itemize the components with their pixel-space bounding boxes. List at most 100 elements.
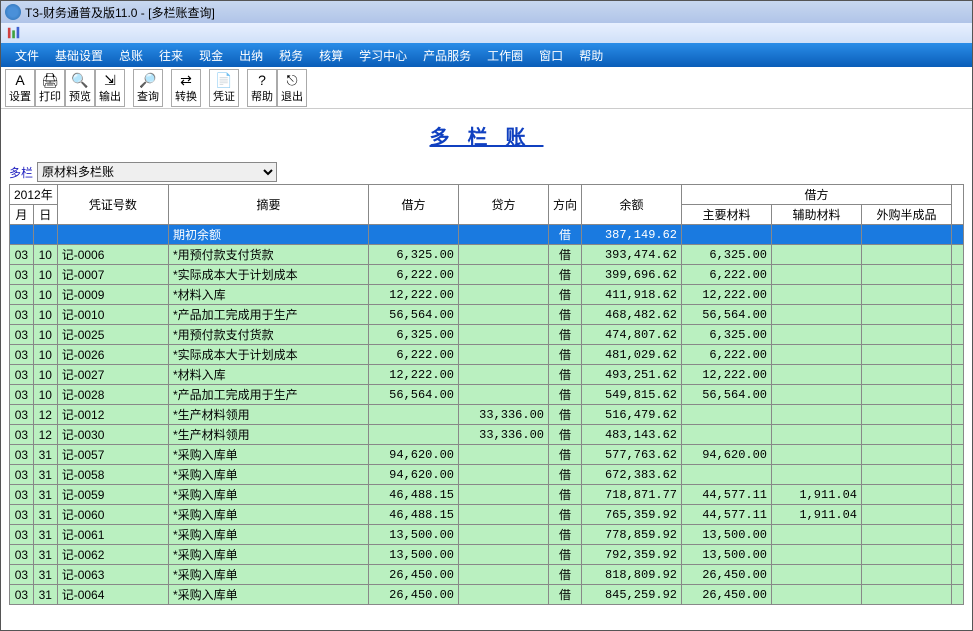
cell: 03 — [10, 445, 34, 465]
menu-总账[interactable]: 总账 — [113, 45, 149, 66]
tool-转换[interactable]: ⇄转换 — [171, 69, 201, 107]
cell: 借 — [548, 345, 581, 365]
filter-label: 多栏 — [9, 164, 33, 181]
cell: *产品加工完成用于生产 — [168, 305, 368, 325]
table-row[interactable]: 0312记-0030*生产材料领用33,336.00借483,143.62 — [10, 425, 964, 445]
cell: *采购入库单 — [168, 445, 368, 465]
cell — [772, 405, 862, 425]
cell: 记-0006 — [57, 245, 168, 265]
cell — [458, 585, 548, 605]
table-row[interactable]: 0310记-0028*产品加工完成用于生产56,564.00借549,815.6… — [10, 385, 964, 405]
cell — [952, 225, 964, 245]
cell: 03 — [10, 525, 34, 545]
tool-设置[interactable]: A设置 — [5, 69, 35, 107]
cell: 借 — [548, 225, 581, 245]
col-semi: 外购半成品 — [862, 205, 952, 225]
cell — [33, 225, 57, 245]
tool-帮助[interactable]: ?帮助 — [247, 69, 277, 107]
table-row[interactable]: 0331记-0062*采购入库单13,500.00借792,359.9213,5… — [10, 545, 964, 565]
cell — [862, 325, 952, 345]
cell — [952, 265, 964, 285]
table-row[interactable]: 0310记-0006*用预付款支付货款6,325.00借393,474.626,… — [10, 245, 964, 265]
cell: 33,336.00 — [458, 405, 548, 425]
table-row[interactable]: 0331记-0058*采购入库单94,620.00借672,383.62 — [10, 465, 964, 485]
cell: 10 — [33, 385, 57, 405]
menu-核算[interactable]: 核算 — [313, 45, 349, 66]
menu-帮助[interactable]: 帮助 — [573, 45, 609, 66]
cell — [458, 285, 548, 305]
cell — [862, 365, 952, 385]
tool-打印[interactable]: 🖨打印 — [35, 69, 65, 107]
cell: 672,383.62 — [582, 465, 682, 485]
table-row[interactable]: 0331记-0063*采购入库单26,450.00借818,809.9226,4… — [10, 565, 964, 585]
menu-工作圈[interactable]: 工作圈 — [481, 45, 529, 66]
ledger-select[interactable]: 原材料多栏账 — [37, 162, 277, 182]
cell: 记-0026 — [57, 345, 168, 365]
cell: 记-0012 — [57, 405, 168, 425]
cell — [772, 245, 862, 265]
cell: 借 — [548, 385, 581, 405]
table-row[interactable]: 0310记-0027*材料入库12,222.00借493,251.6212,22… — [10, 365, 964, 385]
cell — [862, 445, 952, 465]
cell — [952, 285, 964, 305]
cell — [862, 245, 952, 265]
tool-凭证[interactable]: 📄凭证 — [209, 69, 239, 107]
cell — [862, 405, 952, 425]
cell: 94,620.00 — [368, 445, 458, 465]
menu-学习中心[interactable]: 学习中心 — [353, 45, 413, 66]
tool-退出[interactable]: ⎋退出 — [277, 69, 307, 107]
tool-label: 设置 — [9, 88, 31, 104]
cell — [772, 525, 862, 545]
cell: 记-0058 — [57, 465, 168, 485]
menu-产品服务[interactable]: 产品服务 — [417, 45, 477, 66]
tool-预览[interactable]: 🔍预览 — [65, 69, 95, 107]
cell: 10 — [33, 265, 57, 285]
table-row[interactable]: 0310记-0010*产品加工完成用于生产56,564.00借468,482.6… — [10, 305, 964, 325]
cell: 03 — [10, 505, 34, 525]
table-row[interactable]: 0331记-0061*采购入库单13,500.00借778,859.9213,5… — [10, 525, 964, 545]
cell — [458, 525, 548, 545]
menu-出纳[interactable]: 出纳 — [233, 45, 269, 66]
cell: 481,029.62 — [582, 345, 682, 365]
cell: 845,259.92 — [582, 585, 682, 605]
cell — [458, 345, 548, 365]
cell: 56,564.00 — [682, 385, 772, 405]
menu-税务[interactable]: 税务 — [273, 45, 309, 66]
cell — [862, 225, 952, 245]
cell: *采购入库单 — [168, 465, 368, 485]
cell — [952, 345, 964, 365]
tool-label: 打印 — [39, 88, 61, 104]
cell: *采购入库单 — [168, 585, 368, 605]
table-row[interactable]: 0331记-0060*采购入库单46,488.15借765,359.9244,5… — [10, 505, 964, 525]
menu-往来[interactable]: 往来 — [153, 45, 189, 66]
cell: 03 — [10, 245, 34, 265]
table-row[interactable]: 0331记-0059*采购入库单46,488.15借718,871.7744,5… — [10, 485, 964, 505]
menu-文件[interactable]: 文件 — [9, 45, 45, 66]
cell: 记-0007 — [57, 265, 168, 285]
table-row[interactable]: 0310记-0026*实际成本大于计划成本6,222.00借481,029.62… — [10, 345, 964, 365]
tool-查询[interactable]: 🔎查询 — [133, 69, 163, 107]
menu-现金[interactable]: 现金 — [193, 45, 229, 66]
page-title: 多栏账 — [9, 113, 964, 162]
menu-窗口[interactable]: 窗口 — [533, 45, 569, 66]
tool-icon: ⇄ — [180, 72, 192, 88]
tool-输出[interactable]: ⇲输出 — [95, 69, 125, 107]
table-row[interactable]: 0331记-0064*采购入库单26,450.00借845,259.9226,4… — [10, 585, 964, 605]
cell — [772, 285, 862, 305]
logo-bar — [1, 23, 972, 43]
table-row[interactable]: 0312记-0012*生产材料领用33,336.00借516,479.62 — [10, 405, 964, 425]
cell: 12,222.00 — [368, 285, 458, 305]
table-row[interactable]: 0310记-0007*实际成本大于计划成本6,222.00借399,696.62… — [10, 265, 964, 285]
cell — [952, 385, 964, 405]
table-row[interactable]: 0310记-0025*用预付款支付货款6,325.00借474,807.626,… — [10, 325, 964, 345]
table-row[interactable]: 0310记-0009*材料入库12,222.00借411,918.6212,22… — [10, 285, 964, 305]
tool-label: 查询 — [137, 88, 159, 104]
cell: 26,450.00 — [682, 585, 772, 605]
table-row[interactable]: 0331记-0057*采购入库单94,620.00借577,763.6294,6… — [10, 445, 964, 465]
opening-row[interactable]: 期初余额借387,149.62 — [10, 225, 964, 245]
menu-基础设置[interactable]: 基础设置 — [49, 45, 109, 66]
cell: 03 — [10, 585, 34, 605]
cell: 记-0009 — [57, 285, 168, 305]
cell: 借 — [548, 505, 581, 525]
cell: 46,488.15 — [368, 485, 458, 505]
